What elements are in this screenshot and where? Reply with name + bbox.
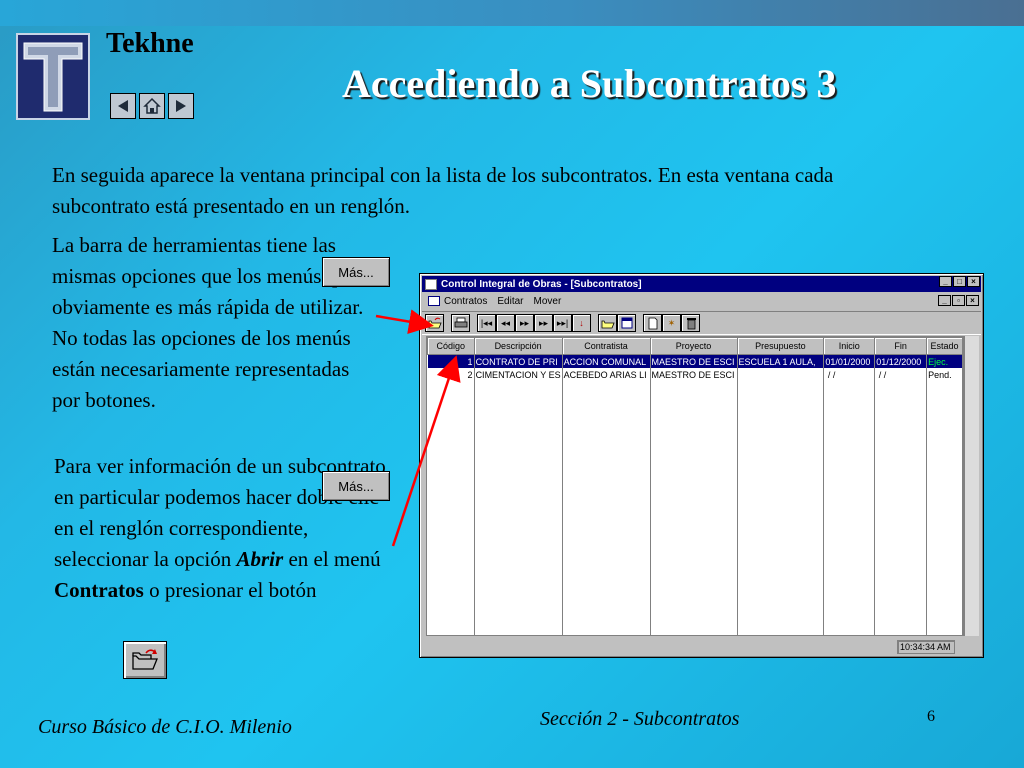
- wand-icon[interactable]: ✶: [662, 314, 681, 332]
- home-icon[interactable]: [139, 93, 165, 119]
- column-header[interactable]: Contratista: [561, 337, 651, 355]
- slide-title: Accediendo a Subcontratos 3: [342, 61, 837, 106]
- prev-icon[interactable]: [110, 93, 136, 119]
- cell-fin: / /: [874, 368, 928, 381]
- cell-proyecto: MAESTRO DE ESCI: [650, 354, 738, 368]
- menu-editar[interactable]: Editar: [497, 296, 523, 307]
- window-controls: _ □ ×: [939, 276, 980, 287]
- cell-inicio: 01/01/2000: [823, 354, 876, 368]
- window-titlebar: Control Integral de Obras - [Subcontrato…: [422, 276, 981, 292]
- first-record-icon[interactable]: |◂◂: [477, 314, 496, 332]
- records-grid: Código Descripción Contratista Proyecto …: [426, 336, 964, 636]
- cell-descripcion: CONTRATO DE PRI: [474, 354, 563, 368]
- forward-record-icon[interactable]: ▸▸: [534, 314, 553, 332]
- menu-contratos[interactable]: Contratos: [444, 296, 487, 307]
- brand-name: Tekhne: [106, 28, 194, 59]
- menu-bar: Contratos Editar Mover: [422, 293, 981, 309]
- column-header[interactable]: Descripción: [473, 337, 563, 355]
- open-text-2: en el menú: [283, 547, 381, 571]
- top-band: [0, 0, 1024, 26]
- toolbar: |◂◂ ◂◂ ▸▸ ▸▸ ▸▸| ↓ ✶: [422, 311, 981, 335]
- column-header[interactable]: Inicio: [823, 337, 876, 355]
- header-row: Código Descripción Contratista Proyecto …: [427, 337, 963, 355]
- intro-paragraph: En seguida aparece la ventana principal …: [52, 163, 834, 218]
- column-header[interactable]: Estado: [926, 337, 963, 355]
- course-name: Curso Básico de C.I.O. Milenio: [38, 716, 292, 738]
- mdi-minimize-icon[interactable]: _: [938, 295, 951, 306]
- tekhne-logo-icon: [16, 33, 90, 120]
- minimize-icon[interactable]: _: [939, 276, 952, 287]
- mdi-restore-icon[interactable]: ▫: [952, 295, 965, 306]
- table-row[interactable]: 2 CIMENTACION Y ES ACEBEDO ARIAS LI MAES…: [427, 368, 963, 381]
- abrir-label: Abrir: [236, 547, 284, 571]
- column-header[interactable]: Código: [427, 337, 475, 355]
- open-text-3: o presionar el botón: [143, 578, 317, 602]
- cell-contratista: ACCION COMUNAL: [562, 354, 651, 368]
- cell-descripcion: CIMENTACION Y ES: [474, 368, 563, 381]
- cell-codigo: 1: [427, 354, 475, 368]
- cell-codigo: 2: [427, 368, 475, 381]
- empty-rows: [427, 381, 963, 635]
- calendar-icon[interactable]: [617, 314, 636, 332]
- document-icon: [428, 296, 440, 306]
- window-title: Control Integral de Obras - [Subcontrato…: [441, 278, 642, 290]
- mdi-close-icon[interactable]: ×: [966, 295, 979, 306]
- next-icon[interactable]: [168, 93, 194, 119]
- cell-presupuesto: ESCUELA 1 AULA,: [737, 354, 825, 368]
- column-header[interactable]: Presupuesto: [736, 337, 825, 355]
- close-icon[interactable]: ×: [967, 276, 980, 287]
- vertical-scrollbar[interactable]: [964, 336, 979, 636]
- cell-inicio: / /: [823, 368, 876, 381]
- prev-record-icon[interactable]: ◂◂: [496, 314, 515, 332]
- app-window-screenshot: Control Integral de Obras - [Subcontrato…: [419, 273, 984, 658]
- open-record-icon[interactable]: [598, 314, 617, 332]
- column-header[interactable]: Proyecto: [649, 337, 738, 355]
- table-row[interactable]: 1 CONTRATO DE PRI ACCION COMUNAL MAESTRO…: [427, 354, 963, 368]
- contratos-label: Contratos: [54, 578, 144, 602]
- maximize-icon[interactable]: □: [953, 276, 966, 287]
- cell-proyecto: MAESTRO DE ESCI: [650, 368, 738, 381]
- open-folder-icon[interactable]: [425, 314, 444, 332]
- cell-presupuesto: [737, 368, 825, 381]
- app-icon: [425, 278, 437, 290]
- status-bar: 10:34:34 AM: [426, 638, 979, 655]
- cell-contratista: ACEBEDO ARIAS LI: [562, 368, 651, 381]
- open-folder-icon: [132, 649, 158, 670]
- next-record-icon[interactable]: ▸▸: [515, 314, 534, 332]
- column-header[interactable]: Fin: [874, 337, 928, 355]
- last-record-icon[interactable]: ▸▸|: [553, 314, 572, 332]
- section-name: Sección 2 - Subcontratos: [540, 708, 740, 730]
- clock-readout: 10:34:34 AM: [897, 640, 955, 654]
- page-number: 6: [927, 708, 935, 725]
- mdi-controls: _ ▫ ×: [938, 295, 979, 306]
- cell-estado: Ejec.: [926, 354, 963, 368]
- open-button[interactable]: [123, 641, 167, 679]
- slide-navigation: [110, 93, 194, 119]
- sort-icon[interactable]: ↓: [572, 314, 591, 332]
- cell-estado: Pend.: [926, 368, 963, 381]
- print-icon[interactable]: [451, 314, 470, 332]
- more-button-2[interactable]: Más...: [322, 471, 390, 501]
- cell-fin: 01/12/2000: [874, 354, 928, 368]
- more-button-1[interactable]: Más...: [322, 257, 390, 287]
- new-document-icon[interactable]: [643, 314, 662, 332]
- trash-icon[interactable]: [681, 314, 700, 332]
- menu-mover[interactable]: Mover: [533, 296, 561, 307]
